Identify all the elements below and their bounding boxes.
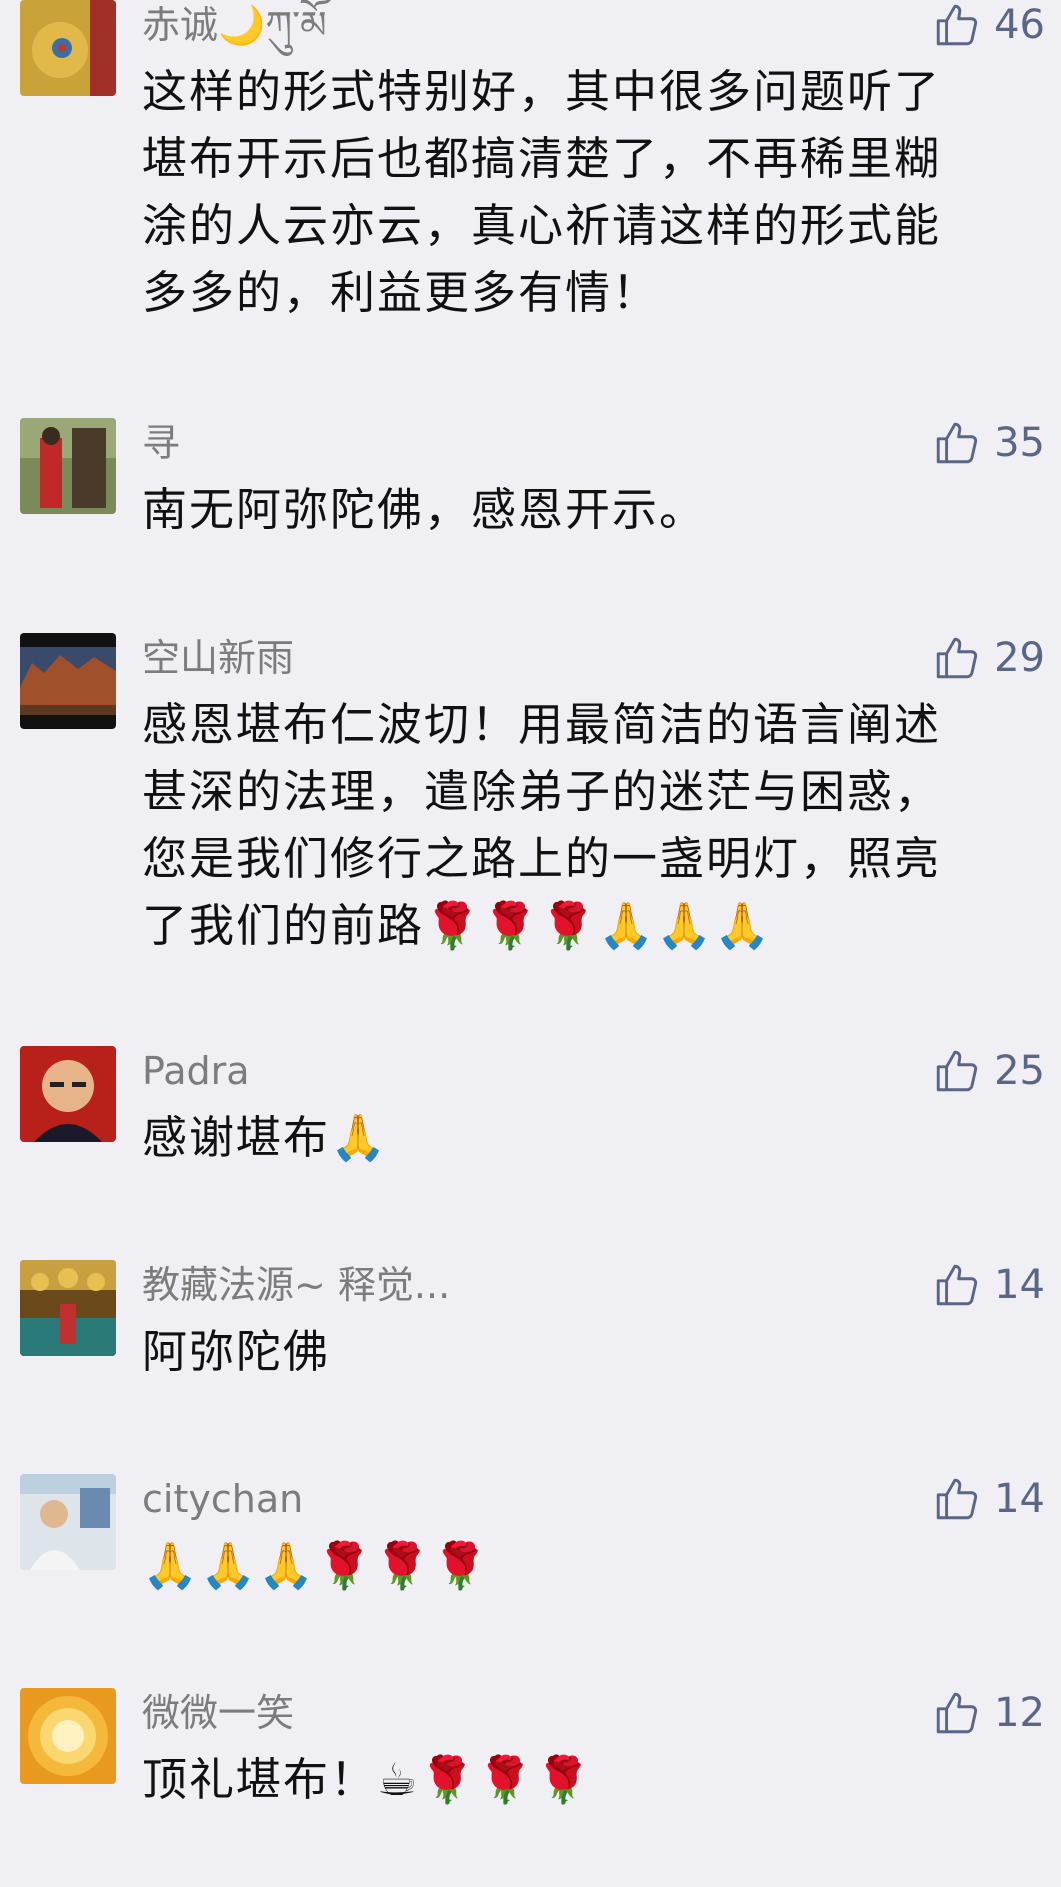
comment-text: 南无阿弥陀佛，感恩开示。 <box>142 476 1022 543</box>
comment-line: 多多的，利益更多有情！ <box>142 266 660 319</box>
like-count: 14 <box>994 1476 1045 1522</box>
comment-line: 了我们的前路🌹🌹🌹🙏🙏🙏 <box>142 899 773 952</box>
like-count: 46 <box>994 2 1045 48</box>
thumbs-up-icon <box>936 1692 978 1734</box>
avatar[interactable] <box>20 418 116 514</box>
comment-text: 感谢堪布🙏 <box>142 1104 1022 1171</box>
avatar[interactable] <box>20 1474 116 1570</box>
comment-author[interactable]: 微微一笑 <box>142 1690 294 1736</box>
like-count: 29 <box>994 635 1045 681</box>
thumbs-up-icon <box>936 1478 978 1520</box>
like-count: 14 <box>994 1262 1045 1308</box>
like-count: 35 <box>994 420 1045 466</box>
avatar[interactable] <box>20 1260 116 1356</box>
like-button[interactable]: 12 <box>932 1688 1045 1738</box>
like-button[interactable]: 46 <box>932 0 1045 50</box>
avatar[interactable] <box>20 1688 116 1784</box>
comment-author[interactable]: 教藏法源~ 释觉... <box>142 1262 450 1308</box>
thumbs-up-icon <box>936 637 978 679</box>
comment-text: 感恩堪布仁波切！用最简洁的语言阐述 甚深的法理，遣除弟子的迷茫与困惑， 您是我们… <box>142 691 1022 959</box>
avatar[interactable] <box>20 1046 116 1142</box>
like-count: 12 <box>994 1690 1045 1736</box>
avatar[interactable] <box>20 633 116 729</box>
thumbs-up-icon <box>936 1050 978 1092</box>
comment-author[interactable]: 空山新雨 <box>142 635 294 681</box>
comment-author[interactable]: 赤诚🌙ཀུ་མོ <box>142 2 327 48</box>
comment-line: 阿弥陀佛 <box>142 1325 331 1378</box>
like-button[interactable]: 25 <box>932 1046 1045 1096</box>
comment-text: 阿弥陀佛 <box>142 1318 1022 1385</box>
thumbs-up-icon <box>936 4 978 46</box>
comment-line: 🙏🙏🙏🌹🌹🌹 <box>142 1539 491 1592</box>
comment-line: 这样的形式特别好，其中很多问题听了 <box>142 65 942 118</box>
like-count: 25 <box>994 1048 1045 1094</box>
avatar[interactable] <box>20 0 116 96</box>
comment-line: 感谢堪布🙏 <box>142 1111 389 1164</box>
comment-text: 这样的形式特别好，其中很多问题听了 堪布开示后也都搞清楚了，不再稀里糊 涂的人云… <box>142 58 1022 326</box>
thumbs-up-icon <box>936 422 978 464</box>
comment-line: 顶礼堪布！☕🌹🌹🌹 <box>142 1753 594 1806</box>
thumbs-up-icon <box>936 1264 978 1306</box>
comment-text: 顶礼堪布！☕🌹🌹🌹 <box>142 1746 1022 1813</box>
like-button[interactable]: 14 <box>932 1474 1045 1524</box>
comment-line: 您是我们修行之路上的一盏明灯，照亮 <box>142 832 942 885</box>
comment-text: 🙏🙏🙏🌹🌹🌹 <box>142 1532 1022 1599</box>
comment-line: 甚深的法理，遣除弟子的迷茫与困惑， <box>142 765 942 818</box>
comment-line: 涂的人云亦云，真心祈请这样的形式能 <box>142 199 942 252</box>
like-button[interactable]: 35 <box>932 418 1045 468</box>
like-button[interactable]: 29 <box>932 633 1045 683</box>
comment-line: 感恩堪布仁波切！用最简洁的语言阐述 <box>142 698 942 751</box>
comment-line: 南无阿弥陀佛，感恩开示。 <box>142 483 707 536</box>
like-button[interactable]: 14 <box>932 1260 1045 1310</box>
comment-author[interactable]: Padra <box>142 1048 250 1094</box>
comment-author[interactable]: 寻 <box>142 420 180 466</box>
comment-line: 堪布开示后也都搞清楚了，不再稀里糊 <box>142 132 942 185</box>
comment-author[interactable]: citychan <box>142 1476 303 1522</box>
